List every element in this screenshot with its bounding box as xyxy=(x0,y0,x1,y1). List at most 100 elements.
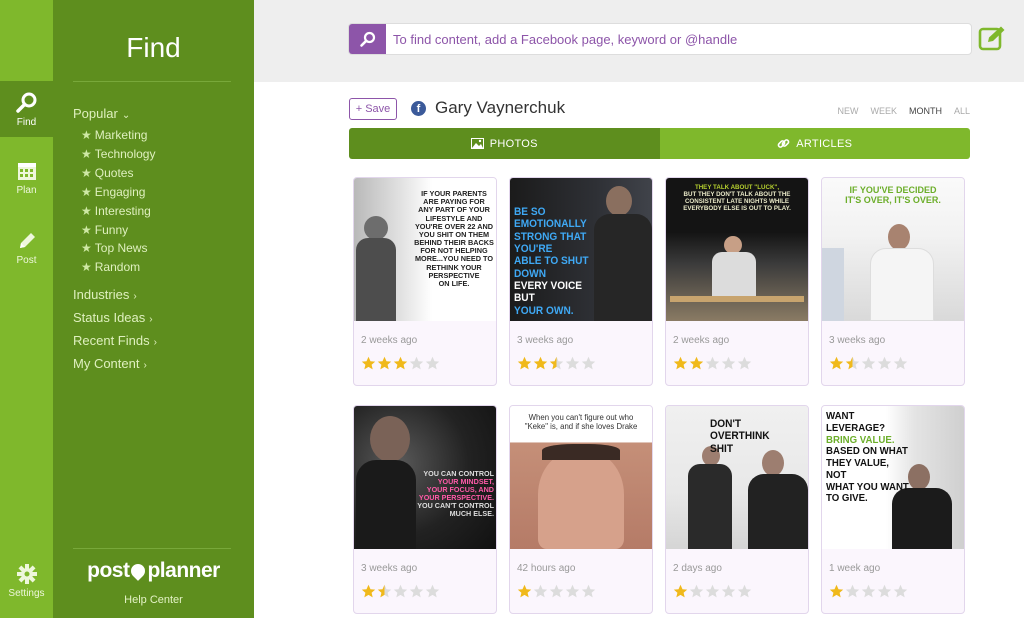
rating-star-icon[interactable] xyxy=(393,356,408,371)
popular-item[interactable]: ★ Interesting xyxy=(81,204,151,218)
menu-section[interactable]: Status Ideas › xyxy=(73,310,153,325)
filter-new[interactable]: NEW xyxy=(837,106,858,116)
photo-card[interactable]: YOU CAN CONTROL YOUR MINDSET, YOUR FOCUS, … xyxy=(353,405,497,614)
overlay-line: BE SO EMOTIONALLY xyxy=(514,206,587,231)
popular-item[interactable]: ★ Random xyxy=(81,260,140,274)
menu-popular[interactable]: Popular ⌄ xyxy=(73,106,130,121)
tab-photos[interactable]: PHOTOS xyxy=(349,128,660,159)
rating-star-icon[interactable] xyxy=(565,356,580,371)
rating-star-icon[interactable] xyxy=(409,584,424,599)
rating-star-icon[interactable] xyxy=(425,584,440,599)
rating-star-icon[interactable] xyxy=(829,356,844,371)
post-image[interactable]: BE SO EMOTIONALLY STRONG THAT YOU'RE ABLE … xyxy=(510,178,652,321)
rating-star-icon[interactable] xyxy=(705,356,720,371)
rating-star-icon[interactable] xyxy=(517,356,532,371)
rating-star-icon[interactable] xyxy=(565,584,580,599)
star-rating[interactable] xyxy=(673,584,752,599)
post-image[interactable]: IF YOU'VE DECIDED IT'S OVER, IT'S OVER. xyxy=(822,178,964,321)
popular-item[interactable]: ★ Marketing xyxy=(81,128,147,142)
rating-star-icon[interactable] xyxy=(689,584,704,599)
post-image[interactable]: THEY TALK ABOUT "LUCK", BUT THEY DON'T TA… xyxy=(666,178,808,321)
rating-star-icon[interactable] xyxy=(689,356,704,371)
rating-star-icon[interactable] xyxy=(549,584,564,599)
rating-star-icon[interactable] xyxy=(737,584,752,599)
rail-settings[interactable]: Settings xyxy=(0,563,53,599)
star-rating[interactable] xyxy=(673,356,752,371)
star-rating[interactable] xyxy=(517,356,596,371)
star-rating[interactable] xyxy=(517,584,596,599)
rating-star-icon[interactable] xyxy=(361,356,376,371)
overlay-line: WANT LEVERAGE? xyxy=(826,410,886,434)
rating-star-icon[interactable] xyxy=(845,356,860,371)
rating-star-icon[interactable] xyxy=(533,356,548,371)
filter-month[interactable]: MONTH xyxy=(909,106,942,116)
popular-item[interactable]: ★ Funny xyxy=(81,223,128,237)
star-rating[interactable] xyxy=(361,584,440,599)
star-rating[interactable] xyxy=(829,584,908,599)
popular-item[interactable]: ★ Top News xyxy=(81,241,147,255)
compose-icon[interactable] xyxy=(978,24,1006,52)
rating-star-icon[interactable] xyxy=(721,584,736,599)
rating-star-icon[interactable] xyxy=(893,584,908,599)
rating-star-icon[interactable] xyxy=(829,584,844,599)
tab-articles[interactable]: ARTICLES xyxy=(659,128,970,159)
post-image[interactable]: When you can't figure out who "Keke" is, … xyxy=(510,406,652,549)
photo-card[interactable]: IF YOUR PARENTS ARE PAYING FOR ANY PART OF… xyxy=(353,177,497,386)
filter-all[interactable]: ALL xyxy=(954,106,970,116)
overlay-line: MUCH ELSE. xyxy=(449,509,494,519)
rail-post[interactable]: Post xyxy=(0,230,53,266)
rating-star-icon[interactable] xyxy=(673,584,688,599)
search-button[interactable] xyxy=(349,24,386,54)
rating-star-icon[interactable] xyxy=(893,356,908,371)
photo-card[interactable]: WANT LEVERAGE? BRING VALUE. BASED ON WHAT T… xyxy=(821,405,965,614)
rating-star-icon[interactable] xyxy=(533,584,548,599)
star-rating[interactable] xyxy=(361,356,440,371)
content-tabs: PHOTOS ARTICLES xyxy=(349,128,970,159)
post-image[interactable]: WANT LEVERAGE? BRING VALUE. BASED ON WHAT T… xyxy=(822,406,964,549)
rating-star-icon[interactable] xyxy=(517,584,532,599)
photo-card[interactable]: BE SO EMOTIONALLY STRONG THAT YOU'RE ABLE … xyxy=(509,177,653,386)
popular-item[interactable]: ★ Quotes xyxy=(81,166,133,180)
rating-star-icon[interactable] xyxy=(877,356,892,371)
rating-star-icon[interactable] xyxy=(581,584,596,599)
rail-find[interactable]: Find xyxy=(0,81,53,137)
rating-star-icon[interactable] xyxy=(377,356,392,371)
menu-section[interactable]: Industries › xyxy=(73,287,137,302)
overlay-line: YOUR OWN. xyxy=(514,304,574,317)
rating-star-icon[interactable] xyxy=(393,584,408,599)
rating-star-icon[interactable] xyxy=(581,356,596,371)
post-image[interactable]: IF YOUR PARENTS ARE PAYING FOR ANY PART OF… xyxy=(354,178,496,321)
rating-star-icon[interactable] xyxy=(877,584,892,599)
popular-item[interactable]: ★ Engaging xyxy=(81,185,145,199)
menu-section[interactable]: My Content › xyxy=(73,356,147,371)
rating-star-icon[interactable] xyxy=(549,356,564,371)
rail-plan[interactable]: Plan xyxy=(0,160,53,196)
rating-star-icon[interactable] xyxy=(861,356,876,371)
photo-card[interactable]: When you can't figure out who "Keke" is, … xyxy=(509,405,653,614)
rating-star-icon[interactable] xyxy=(425,356,440,371)
photo-card[interactable]: DON'T OVERTHINK SHIT 2 days ago xyxy=(665,405,809,614)
overlay-line: STRONG THAT YOU'RE xyxy=(514,230,587,255)
search-input[interactable] xyxy=(393,24,963,54)
photo-card[interactable]: IF YOU'VE DECIDED IT'S OVER, IT'S OVER. 3 … xyxy=(821,177,965,386)
divider xyxy=(73,548,231,549)
star-rating[interactable] xyxy=(829,356,908,371)
popular-item[interactable]: ★ Technology xyxy=(81,147,155,161)
post-image[interactable]: YOU CAN CONTROL YOUR MINDSET, YOUR FOCUS, … xyxy=(354,406,496,549)
rating-star-icon[interactable] xyxy=(861,584,876,599)
rating-star-icon[interactable] xyxy=(673,356,688,371)
rating-star-icon[interactable] xyxy=(705,584,720,599)
save-button[interactable]: + Save xyxy=(349,98,397,120)
rating-star-icon[interactable] xyxy=(409,356,424,371)
rating-star-icon[interactable] xyxy=(721,356,736,371)
rating-star-icon[interactable] xyxy=(361,584,376,599)
photo-card[interactable]: THEY TALK ABOUT "LUCK", BUT THEY DON'T TA… xyxy=(665,177,809,386)
rating-star-icon[interactable] xyxy=(737,356,752,371)
rating-star-icon[interactable] xyxy=(845,584,860,599)
filter-week[interactable]: WEEK xyxy=(870,106,897,116)
help-center-link[interactable]: Help Center xyxy=(53,594,254,606)
post-image[interactable]: DON'T OVERTHINK SHIT xyxy=(666,406,808,549)
rating-star-icon[interactable] xyxy=(377,584,392,599)
find-panel: Find Popular ⌄ ★ Marketing ★ Technology ★ Quot… xyxy=(53,0,254,618)
menu-section[interactable]: Recent Finds › xyxy=(73,333,157,348)
